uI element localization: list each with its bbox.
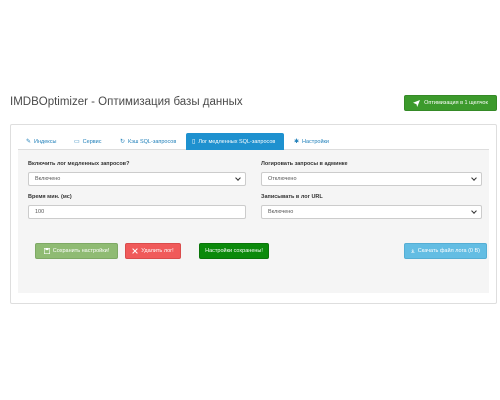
book-icon: ▯ [192, 138, 196, 145]
chevron-down-icon [471, 208, 477, 214]
tab-label: Настройки [302, 138, 329, 145]
tab-indexes[interactable]: ✎ Индексы [20, 133, 62, 150]
min-time-label: Время мин. (мс) [28, 194, 72, 200]
tab-slow-log[interactable]: ▯ Лог медленных SQL-запросов [186, 133, 284, 150]
min-time-input[interactable]: 100 [28, 205, 246, 219]
download-icon [411, 249, 415, 253]
log-url-select[interactable]: Включено [261, 205, 482, 219]
log-admin-value: Отключено [268, 176, 297, 182]
gear-icon: ✱ [294, 138, 300, 145]
enable-log-value: Включено [35, 176, 61, 182]
log-admin-select[interactable]: Отключено [261, 172, 482, 186]
delete-log-label: Удалить лог! [141, 248, 174, 254]
chevron-down-icon [235, 175, 241, 181]
floppy-icon [43, 248, 50, 254]
tab-sql-cache[interactable]: ↻ Кэш SQL-запросов [114, 133, 182, 150]
log-url-label: Записывать в лог URL [261, 194, 323, 200]
tab-label: Кэш SQL-запросов [128, 138, 177, 145]
download-log-label: Скачать файл лога (0 B) [417, 248, 480, 254]
tab-label: Лог медленных SQL-запросов [198, 138, 276, 145]
settings-saved-notice: Настройки сохранены! [199, 243, 269, 259]
laptop-icon: ▭ [74, 138, 80, 145]
log-url-value: Включено [268, 209, 294, 215]
wrench-icon: ✎ [26, 138, 32, 145]
settings-saved-label: Настройки сохранены! [205, 248, 263, 254]
send-icon [413, 99, 421, 107]
optimize-button-label: Оптимизация в 1 щелчок [424, 100, 488, 106]
tab-settings[interactable]: ✱ Настройки [288, 133, 335, 150]
optimize-button[interactable]: Оптимизация в 1 щелчок [404, 95, 497, 111]
page-title: IMDBOptimizer - Оптимизация базы данных [10, 96, 243, 108]
close-icon [132, 248, 139, 254]
refresh-icon: ↻ [120, 138, 126, 145]
download-log-button[interactable]: Скачать файл лога (0 B) [404, 243, 487, 259]
tab-bar: ✎ Индексы ▭ Сервис ↻ Кэш SQL-запросов ▯ … [18, 132, 489, 150]
tab-content: Включить лог медленных запросов? Включен… [18, 150, 489, 293]
delete-log-button[interactable]: Удалить лог! [125, 243, 181, 259]
tab-service[interactable]: ▭ Сервис [68, 133, 108, 150]
enable-log-label: Включить лог медленных запросов? [28, 161, 130, 167]
log-admin-label: Логировать запросы в админке [261, 161, 348, 167]
enable-log-select[interactable]: Включено [28, 172, 246, 186]
main-panel: ✎ Индексы ▭ Сервис ↻ Кэш SQL-запросов ▯ … [10, 124, 497, 304]
tab-label: Индексы [34, 138, 57, 145]
save-settings-button[interactable]: Сохранить настройки! [35, 243, 118, 259]
save-settings-label: Сохранить настройки! [52, 248, 110, 254]
chevron-down-icon [471, 175, 477, 181]
tab-label: Сервис [82, 138, 102, 145]
min-time-value: 100 [35, 209, 45, 215]
